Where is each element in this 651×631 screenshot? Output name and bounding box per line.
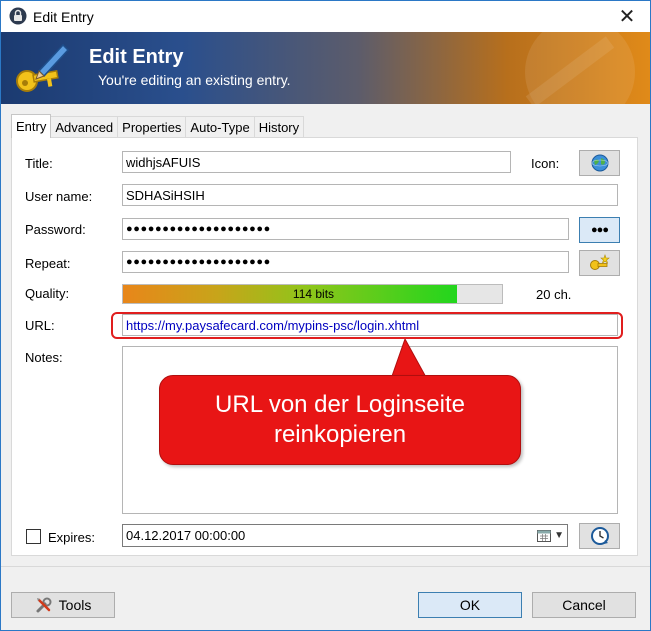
show-password-toggle[interactable]: ●●● bbox=[579, 217, 620, 243]
tab-advanced[interactable]: Advanced bbox=[50, 116, 119, 138]
key-pen-icon bbox=[16, 43, 70, 92]
tab-history[interactable]: History bbox=[253, 116, 305, 138]
title-label: Title: bbox=[25, 156, 53, 171]
footer-separator bbox=[1, 566, 650, 567]
url-highlight-box bbox=[111, 312, 623, 339]
password-field[interactable]: ●●●●●●●●●●●●●●●●●●●● bbox=[122, 218, 569, 240]
banner-subtitle: You're editing an existing entry. bbox=[98, 72, 291, 88]
quality-label: Quality: bbox=[25, 286, 70, 301]
cancel-button[interactable]: Cancel bbox=[532, 592, 636, 618]
close-icon: ✕ bbox=[618, 6, 636, 28]
edit-entry-window: Edit Entry ✕ Edit Entry You're editing a… bbox=[0, 0, 651, 631]
callout-line-1: URL von der Loginseite bbox=[215, 391, 465, 418]
username-field[interactable]: SDHASiHSIH bbox=[122, 184, 618, 206]
generate-password-button[interactable] bbox=[579, 250, 620, 276]
callout-pointer bbox=[390, 339, 428, 379]
key-star-icon bbox=[589, 254, 610, 270]
expires-label: Expires: bbox=[48, 530, 95, 545]
tab-entry[interactable]: Entry bbox=[11, 114, 52, 138]
quality-chars-text: 20 ch. bbox=[536, 287, 572, 302]
callout-annotation: URL von der Loginseite reinkopieren bbox=[159, 375, 521, 465]
globe-icon bbox=[591, 154, 608, 172]
title-bar: Edit Entry ✕ bbox=[1, 1, 650, 32]
quality-bits-text: 114 bits bbox=[292, 287, 335, 301]
ok-button[interactable]: OK bbox=[418, 592, 522, 618]
expiry-date-picker[interactable]: 04.12.2017 00:00:00 ▼ bbox=[122, 524, 568, 547]
expires-checkbox[interactable] bbox=[26, 529, 41, 544]
title-field[interactable]: widhjsAFUIS bbox=[122, 151, 511, 173]
expiry-date-value: 04.12.2017 00:00:00 bbox=[126, 528, 246, 543]
icon-picker-button[interactable] bbox=[579, 150, 620, 176]
close-button[interactable]: ✕ bbox=[604, 1, 650, 32]
tools-button-label: Tools bbox=[58, 597, 92, 613]
url-label: URL: bbox=[25, 318, 55, 333]
banner-title: Edit Entry bbox=[89, 46, 184, 68]
repeat-password-field[interactable]: ●●●●●●●●●●●●●●●●●●●● bbox=[122, 251, 569, 273]
banner-decoration bbox=[525, 32, 635, 104]
callout-line-2: reinkopieren bbox=[273, 421, 407, 448]
icon-label: Icon: bbox=[531, 156, 560, 171]
password-label: Password: bbox=[25, 222, 86, 237]
quality-bar: 114 bits bbox=[122, 284, 503, 304]
tab-properties[interactable]: Properties bbox=[117, 116, 187, 138]
notes-label: Notes: bbox=[25, 350, 63, 365]
clock-icon bbox=[590, 527, 609, 545]
calendar-icon bbox=[537, 530, 552, 542]
chevron-down-icon: ▼ bbox=[551, 530, 564, 541]
expiry-presets-button[interactable] bbox=[579, 523, 620, 549]
tab-strip: Entry Advanced Properties Auto-Type Hist… bbox=[11, 114, 305, 138]
username-label: User name: bbox=[25, 189, 93, 204]
repeat-label: Repeat: bbox=[25, 256, 71, 271]
tools-button[interactable]: Tools bbox=[11, 592, 115, 618]
calendar-dropdown[interactable]: ▼ bbox=[534, 527, 564, 544]
wrench-icon bbox=[36, 597, 52, 613]
window-title: Edit Entry bbox=[33, 9, 94, 25]
lock-icon bbox=[9, 7, 27, 25]
tab-auto-type[interactable]: Auto-Type bbox=[185, 116, 255, 138]
header-banner: Edit Entry You're editing an existing en… bbox=[1, 32, 650, 104]
